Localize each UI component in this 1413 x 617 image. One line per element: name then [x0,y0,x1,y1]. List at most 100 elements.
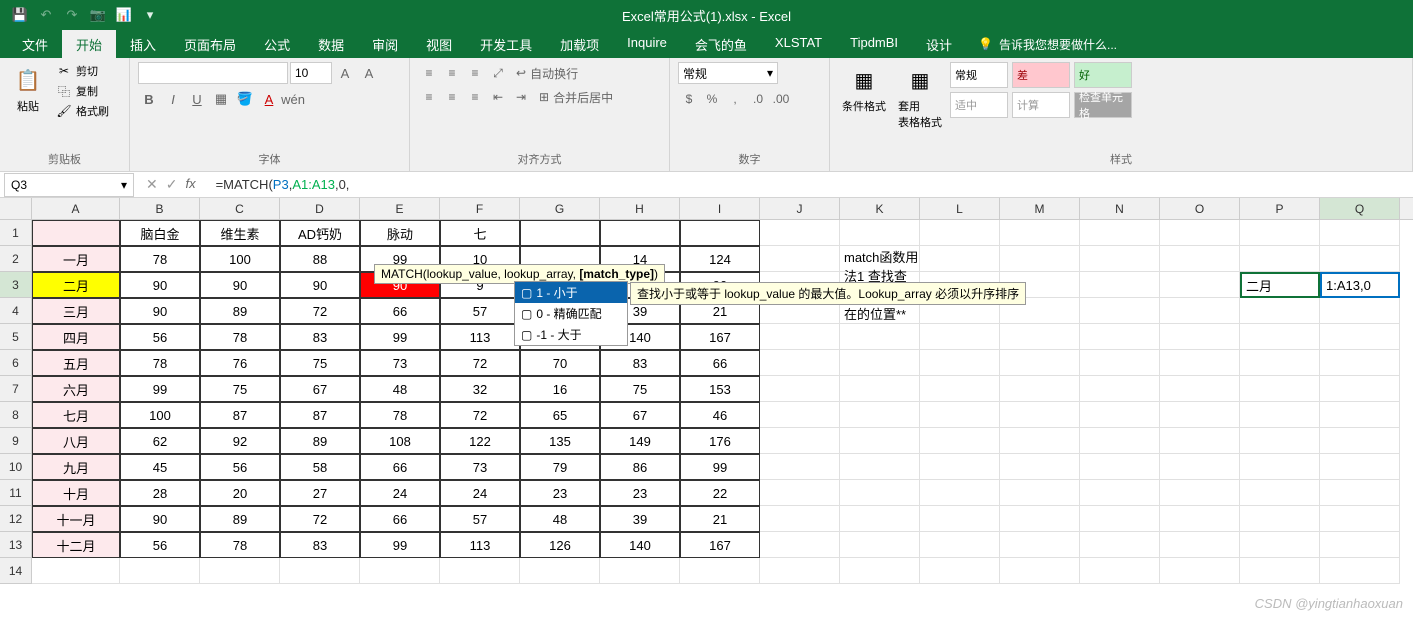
cell-L13[interactable] [920,532,1000,558]
cell-G12[interactable]: 48 [520,506,600,532]
percent-button[interactable]: % [701,88,723,110]
cell-J1[interactable] [760,220,840,246]
italic-button[interactable]: I [162,88,184,110]
cell-G14[interactable] [520,558,600,584]
cell-F8[interactable]: 72 [440,402,520,428]
cell-L9[interactable] [920,428,1000,454]
conditional-format-button[interactable]: ▦条件格式 [838,62,890,116]
cell-O2[interactable] [1160,246,1240,272]
ac-item-0[interactable]: ▢0 - 精确匹配 [515,303,627,324]
cell-P12[interactable] [1240,506,1320,532]
cell-H7[interactable]: 75 [600,376,680,402]
orientation-button[interactable]: ⤢ [487,62,509,84]
cell-K10[interactable] [840,454,920,480]
spreadsheet-grid[interactable]: ABCDEFGHIJKLMNOPQ 1脑白金维生素AD钙奶脉动七2一月78100… [0,198,1413,584]
cell-N5[interactable] [1080,324,1160,350]
cell-D10[interactable]: 58 [280,454,360,480]
cell-P1[interactable] [1240,220,1320,246]
cell-C5[interactable]: 78 [200,324,280,350]
cell-I7[interactable]: 153 [680,376,760,402]
select-all-corner[interactable] [0,198,32,219]
currency-button[interactable]: $ [678,88,700,110]
cell-M11[interactable] [1000,480,1080,506]
fx-icon[interactable]: fx [185,176,195,193]
increase-font-icon[interactable]: A [334,62,356,84]
cell-F7[interactable]: 32 [440,376,520,402]
cell-A13[interactable]: 十二月 [32,532,120,558]
col-header-P[interactable]: P [1240,198,1320,219]
cell-I8[interactable]: 46 [680,402,760,428]
cell-G10[interactable]: 79 [520,454,600,480]
cell-C6[interactable]: 76 [200,350,280,376]
col-header-Q[interactable]: Q [1320,198,1400,219]
col-header-N[interactable]: N [1080,198,1160,219]
cell-H11[interactable]: 23 [600,480,680,506]
cell-N1[interactable] [1080,220,1160,246]
col-header-C[interactable]: C [200,198,280,219]
cell-D2[interactable]: 88 [280,246,360,272]
cell-K13[interactable] [840,532,920,558]
cell-M9[interactable] [1000,428,1080,454]
cell-I12[interactable]: 21 [680,506,760,532]
cell-A6[interactable]: 五月 [32,350,120,376]
cell-Q7[interactable] [1320,376,1400,402]
cell-B5[interactable]: 56 [120,324,200,350]
cell-D1[interactable]: AD钙奶 [280,220,360,246]
cell-J13[interactable] [760,532,840,558]
cell-M10[interactable] [1000,454,1080,480]
col-header-L[interactable]: L [920,198,1000,219]
style-bad[interactable]: 差 [1012,62,1070,88]
cell-B11[interactable]: 28 [120,480,200,506]
style-normal[interactable]: 常规 [950,62,1008,88]
cell-D5[interactable]: 83 [280,324,360,350]
cell-A5[interactable]: 四月 [32,324,120,350]
cell-F9[interactable]: 122 [440,428,520,454]
cell-C3[interactable]: 90 [200,272,280,298]
col-header-F[interactable]: F [440,198,520,219]
cell-O12[interactable] [1160,506,1240,532]
cell-P4[interactable] [1240,298,1320,324]
cell-Q3[interactable]: 1:A13,0 [1320,272,1400,298]
tab-view[interactable]: 视图 [412,30,466,58]
cell-E12[interactable]: 66 [360,506,440,532]
cell-F12[interactable]: 57 [440,506,520,532]
paste-button[interactable]: 📋 粘贴 [8,62,48,116]
align-left-button[interactable]: ≡ [418,86,440,108]
cell-B4[interactable]: 90 [120,298,200,324]
cell-I9[interactable]: 176 [680,428,760,454]
cell-A11[interactable]: 十月 [32,480,120,506]
row-header-10[interactable]: 10 [0,454,32,480]
cell-J11[interactable] [760,480,840,506]
cell-P14[interactable] [1240,558,1320,584]
cell-B3[interactable]: 90 [120,272,200,298]
cell-A4[interactable]: 三月 [32,298,120,324]
cell-P2[interactable] [1240,246,1320,272]
cell-J12[interactable] [760,506,840,532]
cell-C7[interactable]: 75 [200,376,280,402]
cell-P7[interactable] [1240,376,1320,402]
row-header-4[interactable]: 4 [0,298,32,324]
ac-item-neg1[interactable]: ▢-1 - 大于 [515,324,627,345]
cell-L8[interactable] [920,402,1000,428]
cell-D11[interactable]: 27 [280,480,360,506]
cell-F13[interactable]: 113 [440,532,520,558]
cell-M13[interactable] [1000,532,1080,558]
row-header-11[interactable]: 11 [0,480,32,506]
cell-C4[interactable]: 89 [200,298,280,324]
cell-K8[interactable] [840,402,920,428]
cell-Q1[interactable] [1320,220,1400,246]
cell-P10[interactable] [1240,454,1320,480]
save-icon[interactable]: 💾 [8,3,32,27]
cancel-formula-button[interactable]: ✕ [146,176,158,193]
col-header-B[interactable]: B [120,198,200,219]
cell-L2[interactable] [920,246,1000,272]
cell-E6[interactable]: 73 [360,350,440,376]
style-good[interactable]: 好 [1074,62,1132,88]
cell-D14[interactable] [280,558,360,584]
cell-N11[interactable] [1080,480,1160,506]
cell-M2[interactable] [1000,246,1080,272]
phonetic-button[interactable]: wén [282,88,304,110]
cell-G8[interactable]: 65 [520,402,600,428]
cell-N9[interactable] [1080,428,1160,454]
tab-developer[interactable]: 开发工具 [466,30,546,58]
